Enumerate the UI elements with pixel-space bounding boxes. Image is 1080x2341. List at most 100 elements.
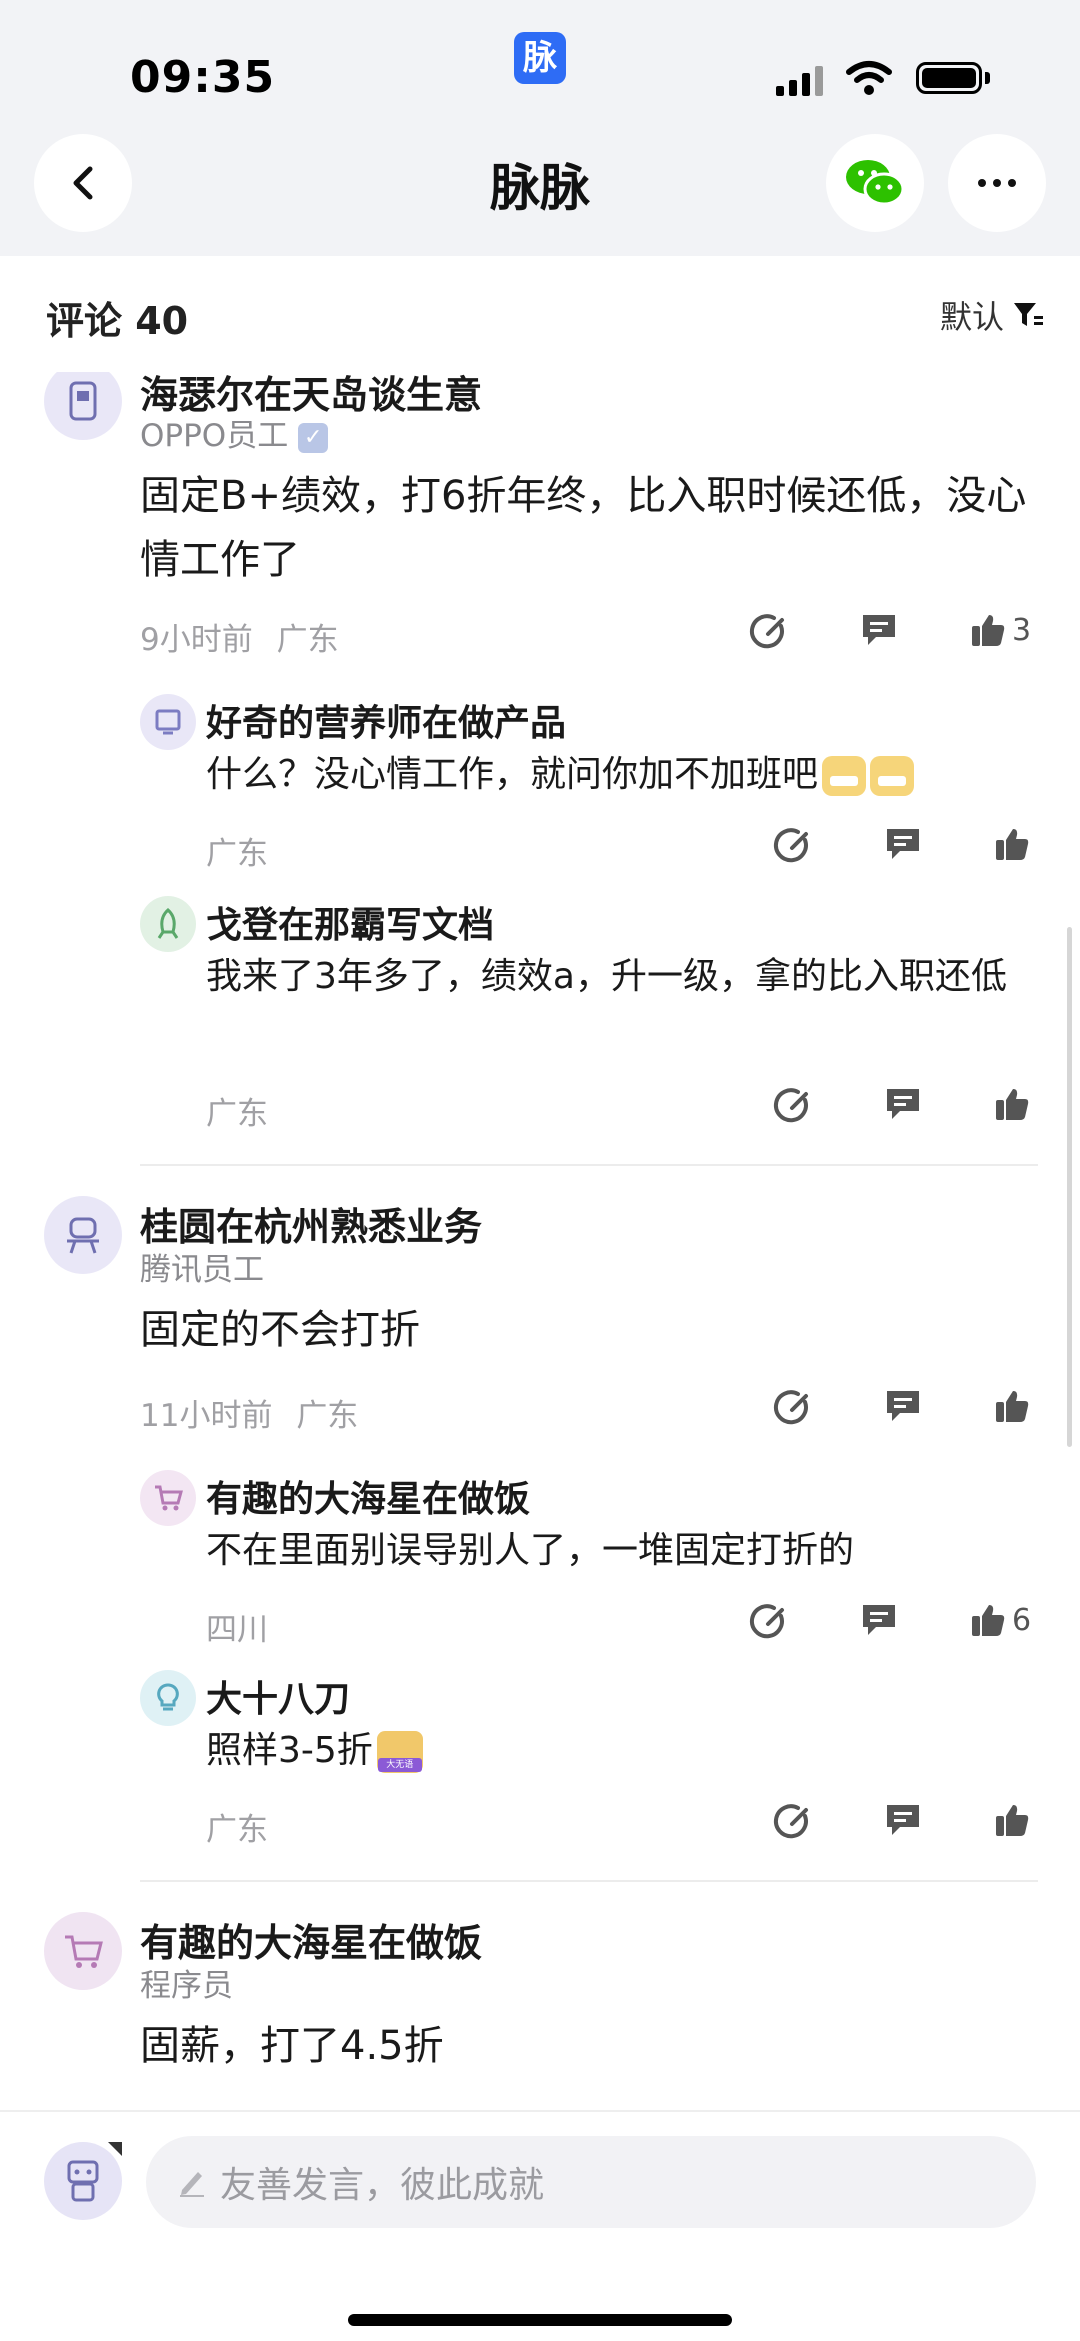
avatar-screen-icon — [155, 709, 181, 735]
comment-time: 9小时前 — [140, 622, 253, 658]
status-time: 09:35 — [130, 52, 276, 103]
like-count: 3 — [1012, 612, 1032, 648]
edit-circle-icon — [773, 1804, 808, 1839]
edit-circle-icon — [749, 1604, 784, 1639]
reply-button[interactable] — [884, 1388, 922, 1424]
filter-icon — [1014, 303, 1043, 326]
battery-tip — [985, 72, 990, 84]
divider — [140, 1880, 1038, 1882]
comment-input[interactable]: 友善发言，彼此成就 — [146, 2136, 1036, 2228]
repost-button[interactable] — [748, 612, 788, 652]
comment-text: 固薪，打了4.5折 — [140, 2023, 444, 2069]
edit-circle-icon — [773, 1390, 808, 1425]
reply-text: 不在里面别误导别人了，一堆固定打折的 — [206, 1530, 855, 1571]
comment-author-title: OPPO员工 ✓ — [140, 410, 329, 455]
reply-button[interactable] — [884, 826, 922, 862]
reply-location: 广东 — [206, 1812, 268, 1848]
comments-header: 评论 40 默认 — [0, 256, 1080, 372]
like-button[interactable] — [994, 1086, 1030, 1122]
comment-text: 固定B+绩效，打6折年终，比入职时候还低，没心情工作了 — [140, 473, 1027, 583]
repost-button[interactable] — [748, 1602, 788, 1642]
comment-icon — [887, 1089, 919, 1119]
comment-icon — [863, 1605, 895, 1635]
like-button[interactable]: 6 — [970, 1602, 1031, 1638]
reply-text: 什么？没心情工作，就问你加不加班吧 — [206, 754, 819, 795]
reply-avatar[interactable] — [140, 694, 196, 750]
reply-button[interactable] — [884, 1086, 922, 1122]
like-button[interactable]: 3 — [970, 612, 1031, 648]
comment-meta: 9小时前 广东 — [140, 614, 339, 659]
avatar-robot-icon — [69, 381, 97, 421]
thumbs-up-icon — [972, 1605, 1005, 1636]
repost-button[interactable] — [772, 1802, 812, 1842]
sort-button[interactable]: 默认 — [940, 292, 1044, 338]
like-button[interactable] — [994, 1388, 1030, 1424]
comment-author-title: 程序员 — [140, 1968, 233, 2004]
comment-meta: 11小时前 广东 — [140, 1390, 358, 1435]
comment-list[interactable]: 海瑟尔在天岛谈生意 OPPO员工 ✓ 固定B+绩效，打6折年终，比入职时候还低，没… — [0, 372, 1080, 2110]
divider — [140, 1164, 1038, 1166]
home-indicator[interactable] — [348, 2314, 732, 2326]
comment-time: 11小时前 — [140, 1398, 273, 1434]
avatar-chair-icon — [67, 1217, 99, 1254]
reply-avatar[interactable] — [140, 1670, 196, 1726]
thumbs-up-icon — [996, 829, 1029, 860]
status-bar: 09:35 脉 — [0, 0, 1080, 120]
reply-author[interactable]: 戈登在那霸写文档 — [206, 896, 494, 948]
top-bar: 09:35 脉 脉脉 — [0, 0, 1080, 256]
repost-button[interactable] — [772, 1388, 812, 1428]
avatar-cart-icon — [155, 1485, 183, 1511]
reply-author[interactable]: 大十八刀 — [206, 1670, 350, 1722]
scrollbar[interactable] — [1067, 927, 1072, 1447]
avatar-corner-icon — [108, 2142, 122, 2156]
author-company: OPPO员工 — [140, 418, 289, 454]
comment-author-title: 腾讯员工 — [140, 1252, 264, 1288]
comment-author[interactable]: 桂圆在杭州熟悉业务 — [140, 1196, 482, 1251]
comment-input-placeholder: 友善发言，彼此成就 — [220, 2165, 545, 2206]
reply-location: 四川 — [206, 1612, 268, 1648]
comment-author[interactable]: 有趣的大海星在做饭 — [140, 1912, 482, 1967]
comment-location: 广东 — [276, 622, 339, 658]
comment-text: 固定的不会打折 — [140, 1307, 420, 1353]
reply-button[interactable] — [860, 612, 898, 648]
reply-location: 广东 — [206, 1096, 268, 1132]
grin-emoji-icon — [870, 756, 915, 796]
reply-author[interactable]: 有趣的大海星在做饭 — [206, 1470, 530, 1522]
avatar[interactable] — [44, 1196, 122, 1274]
like-button[interactable] — [994, 826, 1030, 862]
avatar[interactable] — [44, 372, 122, 440]
more-button[interactable] — [948, 134, 1046, 232]
like-button[interactable] — [994, 1802, 1030, 1838]
cellular-signal-icon — [776, 64, 823, 96]
app-badge-icon: 脉 — [514, 32, 566, 84]
reply-avatar[interactable] — [140, 896, 196, 952]
comment-location: 广东 — [296, 1398, 359, 1434]
repost-button[interactable] — [772, 1086, 812, 1126]
thumbs-up-icon — [996, 1391, 1029, 1422]
wechat-icon — [846, 160, 905, 206]
sort-label: 默认 — [939, 298, 1004, 336]
reply-text: 照样3-5折 — [206, 1730, 373, 1771]
avatar-cart-icon — [65, 1935, 103, 1968]
edit-circle-icon — [749, 614, 784, 649]
comment-icon — [887, 829, 919, 859]
avatar-rocket-icon — [157, 908, 179, 939]
reply-text-row: 照样3-5折 大无语 — [206, 1722, 1026, 1780]
avatar-robot-icon — [67, 2160, 99, 2202]
like-count: 6 — [1012, 1602, 1032, 1638]
avatar[interactable] — [44, 1912, 122, 1990]
wechat-share-button[interactable] — [826, 134, 924, 232]
reply-button[interactable] — [884, 1802, 922, 1838]
grin-emoji-icon — [822, 756, 867, 796]
edit-circle-icon — [773, 1088, 808, 1123]
reply-button[interactable] — [860, 1602, 898, 1638]
comment-icon — [887, 1391, 919, 1421]
comment-count: 评论 40 — [46, 299, 189, 343]
comment-composer: 友善发言，彼此成就 — [0, 2110, 1080, 2341]
thumbs-up-icon — [996, 1805, 1029, 1836]
thumbs-up-icon — [972, 615, 1005, 646]
reply-author[interactable]: 好奇的营养师在做产品 — [206, 694, 566, 746]
repost-button[interactable] — [772, 826, 812, 866]
reply-location: 广东 — [206, 836, 268, 872]
reply-avatar[interactable] — [140, 1470, 196, 1526]
